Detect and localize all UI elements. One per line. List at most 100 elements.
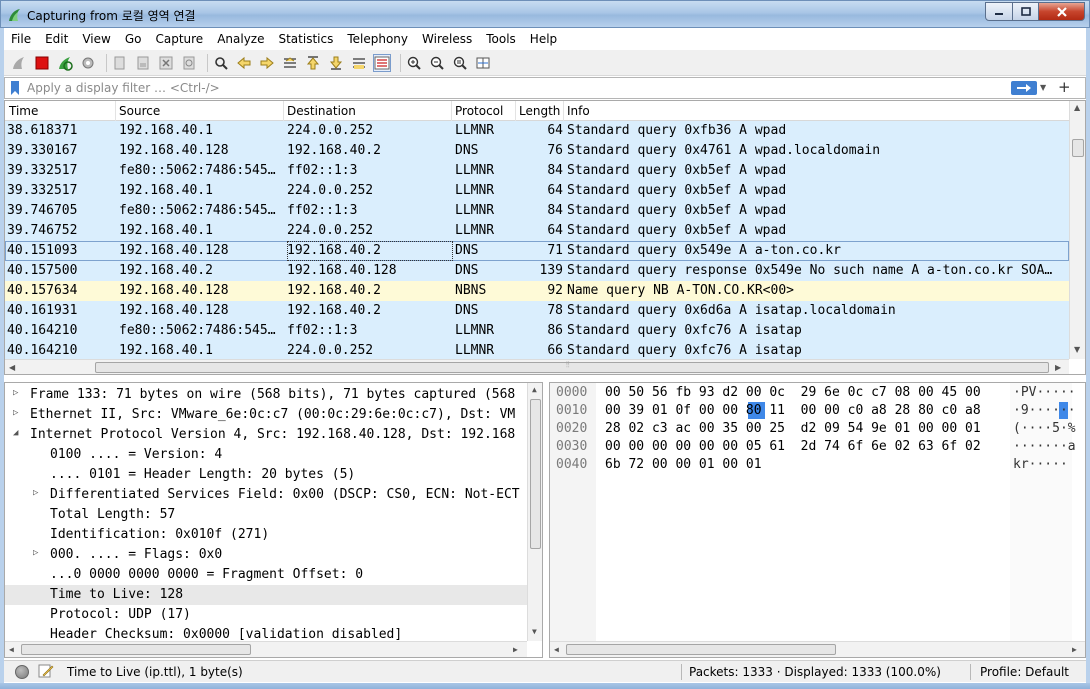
maximize-button[interactable] (1012, 2, 1039, 21)
menu-statistics[interactable]: Statistics (271, 28, 340, 50)
packet-row[interactable]: 38.618371 192.168.40.1 224.0.0.252 LLMNR 64 S… (5, 121, 1069, 141)
details-horizontal-scrollbar[interactable]: ◀ ▶ (5, 641, 527, 657)
detail-row[interactable]: Protocol: UDP (17) (5, 605, 527, 625)
packet-row[interactable]: 40.164210 192.168.40.1 224.0.0.252 LLMNR 66 S… (5, 341, 1069, 361)
expand-down-icon[interactable]: ◢ (13, 428, 18, 438)
hex-line[interactable]: 28 02 c3 ac 00 35 00 25 d2 09 54 9e 01 0… (605, 421, 981, 436)
close-button[interactable] (1038, 2, 1085, 21)
detail-row[interactable]: ▷ Ethernet II, Src: VMware_6e:0c:c7 (00:0… (5, 405, 527, 425)
title-bar[interactable]: Capturing from 로컬 영역 연결 (0, 0, 1090, 28)
scroll-up-icon[interactable]: ▲ (1074, 103, 1080, 112)
find-packet-button[interactable] (212, 54, 230, 72)
minimize-button[interactable] (985, 2, 1013, 21)
packet-row[interactable]: 40.164210 fe80::5062:7486:545… ff02::1:3 LL… (5, 321, 1069, 341)
scroll-right-icon[interactable]: ▶ (1072, 645, 1077, 654)
stop-capture-button[interactable] (33, 54, 51, 72)
zoom-out-button[interactable] (428, 54, 446, 72)
status-profile[interactable]: Profile: Default (980, 665, 1069, 679)
expand-right-icon[interactable]: ▷ (13, 388, 18, 398)
filter-history-dropdown[interactable]: ▼ (1040, 83, 1046, 92)
menu-edit[interactable]: Edit (38, 28, 75, 50)
go-to-packet-button[interactable] (281, 54, 299, 72)
scroll-left-icon[interactable]: ◀ (554, 645, 559, 654)
detail-row[interactable]: Time to Live: 128 (5, 585, 527, 605)
menu-capture[interactable]: Capture (148, 28, 210, 50)
packet-list-vertical-scrollbar[interactable]: ▲ ▼ (1069, 101, 1085, 359)
menu-go[interactable]: Go (118, 28, 149, 50)
packet-row[interactable]: 39.332517 fe80::5062:7486:545… ff02::1:3 LL… (5, 161, 1069, 181)
menu-help[interactable]: Help (523, 28, 564, 50)
menu-telephony[interactable]: Telephony (340, 28, 415, 50)
bookmark-icon[interactable] (11, 81, 19, 95)
add-filter-button[interactable]: + (1058, 78, 1071, 96)
menu-tools[interactable]: Tools (479, 28, 523, 50)
column-header-destination[interactable]: Destination (287, 104, 356, 118)
column-divider[interactable] (283, 101, 284, 121)
detail-row[interactable]: .... 0101 = Header Length: 20 bytes (5) (5, 465, 527, 485)
column-header-time[interactable]: Time (9, 104, 38, 118)
expand-right-icon[interactable]: ▷ (33, 488, 38, 498)
ascii-line[interactable]: kr····· (1013, 457, 1068, 472)
column-header-length[interactable]: Length (519, 104, 560, 118)
packet-list[interactable]: Time Source Destination Protocol Length Info … (4, 100, 1086, 375)
apply-filter-button[interactable] (1011, 81, 1037, 95)
scroll-up-icon[interactable]: ▲ (532, 385, 537, 394)
scroll-thumb[interactable] (530, 399, 541, 549)
menu-analyze[interactable]: Analyze (210, 28, 271, 50)
details-vertical-scrollbar[interactable]: ▲ ▼ (527, 383, 542, 641)
scroll-left-icon[interactable]: ◀ (9, 363, 15, 372)
packet-row[interactable]: 40.157500 192.168.40.2 192.168.40.128 DNS 13… (5, 261, 1069, 281)
packet-bytes-pane[interactable]: 0000 0010 0020 0030 0040 00 50 56 fb 93 d2 0… (549, 382, 1086, 658)
open-file-button[interactable] (111, 54, 129, 72)
detail-row[interactable]: ▷ 000. .... = Flags: 0x0 (5, 545, 527, 565)
column-header-info[interactable]: Info (567, 104, 590, 118)
detail-row[interactable]: ▷ Differentiated Services Field: 0x00 (DS… (5, 485, 527, 505)
reload-file-button[interactable] (180, 54, 198, 72)
packet-row[interactable]: 39.330167 192.168.40.128 192.168.40.2 DNS 76… (5, 141, 1069, 161)
display-filter-input[interactable] (27, 80, 1007, 96)
column-header-source[interactable]: Source (119, 104, 160, 118)
capture-comment-icon[interactable] (38, 663, 54, 679)
packet-row[interactable]: 39.332517 192.168.40.1 224.0.0.252 LLMNR 64 S… (5, 181, 1069, 201)
close-file-button[interactable] (157, 54, 175, 72)
detail-row[interactable]: ◢ Internet Protocol Version 4, Src: 192.1… (5, 425, 527, 445)
normal-size-button[interactable] (451, 54, 469, 72)
packet-row[interactable]: 40.157634 192.168.40.128 192.168.40.2 NBNS 9… (5, 281, 1069, 301)
scroll-thumb[interactable] (1072, 139, 1084, 157)
expert-info-icon[interactable] (15, 665, 29, 679)
packet-row[interactable]: 39.746752 192.168.40.1 224.0.0.252 LLMNR 64 S… (5, 221, 1069, 241)
packet-row[interactable]: 40.151093 192.168.40.128 192.168.40.2 DNS 71… (5, 241, 1069, 261)
hex-line[interactable]: 00 50 56 fb 93 d2 00 0c 29 6e 0c c7 08 0… (605, 385, 981, 400)
bytes-horizontal-scrollbar[interactable]: ◀ ▶ (550, 641, 1085, 657)
autoscroll-button[interactable] (350, 54, 368, 72)
go-back-button[interactable] (235, 54, 253, 72)
menu-file[interactable]: File (4, 28, 38, 50)
zoom-in-button[interactable] (405, 54, 423, 72)
column-divider[interactable] (563, 101, 564, 121)
scroll-thumb[interactable] (566, 644, 836, 655)
restart-capture-button[interactable] (56, 54, 74, 72)
scroll-thumb[interactable]: ⦙⦙ (95, 360, 1049, 373)
hex-line[interactable]: 00 39 01 0f 00 00 80 11 00 00 c0 a8 28 8… (605, 403, 981, 418)
scroll-down-icon[interactable]: ▼ (1074, 345, 1080, 354)
column-divider[interactable] (515, 101, 516, 121)
colorize-button[interactable] (373, 53, 391, 72)
hex-line[interactable]: 00 00 00 00 00 00 05 61 2d 74 6f 6e 02 6… (605, 439, 981, 454)
first-packet-button[interactable] (304, 54, 322, 72)
packet-list-horizontal-scrollbar[interactable]: ◀ ⦙⦙ ▶ (5, 359, 1069, 374)
save-file-button[interactable] (134, 54, 152, 72)
packet-row[interactable]: 40.161931 192.168.40.128 192.168.40.2 DNS 78… (5, 301, 1069, 321)
scroll-left-icon[interactable]: ◀ (9, 645, 14, 654)
ascii-line[interactable]: ·9······ (1013, 403, 1076, 418)
menu-wireless[interactable]: Wireless (415, 28, 479, 50)
scroll-down-icon[interactable]: ▼ (532, 627, 537, 636)
expand-right-icon[interactable]: ▷ (33, 548, 38, 558)
capture-options-button[interactable] (79, 54, 97, 72)
packet-row[interactable]: 39.746705 fe80::5062:7486:545… ff02::1:3 LL… (5, 201, 1069, 221)
resize-columns-button[interactable] (474, 54, 492, 72)
go-forward-button[interactable] (258, 54, 276, 72)
detail-row[interactable]: Total Length: 57 (5, 505, 527, 525)
last-packet-button[interactable] (327, 54, 345, 72)
column-divider[interactable] (451, 101, 452, 121)
hex-line[interactable]: 6b 72 00 00 01 00 01 (605, 457, 762, 472)
